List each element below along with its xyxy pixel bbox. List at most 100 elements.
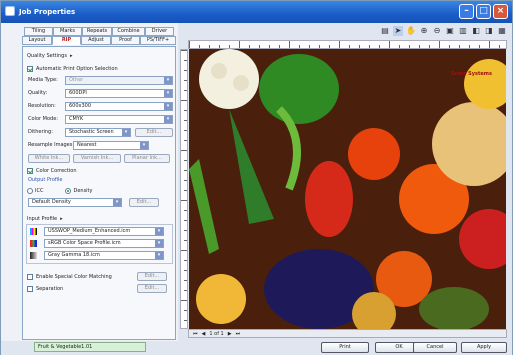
planar-ink-button[interactable]: Planar Ink... <box>124 154 170 163</box>
separation-label: Separation <box>36 285 64 292</box>
ruler-tick <box>329 45 330 48</box>
resample-select[interactable]: Nearest ▾ <box>73 141 149 150</box>
dithering-select[interactable]: Stochastic Screen ▾ <box>65 128 131 137</box>
maximize-button[interactable]: □ <box>476 4 491 19</box>
tab-driver[interactable]: Driver <box>145 27 174 36</box>
ruler-tick <box>339 41 340 48</box>
chevron-down-icon: ▾ <box>155 252 163 259</box>
tab-adjust[interactable]: Adjust <box>81 36 111 45</box>
title-bar: Job Properties – □ × <box>1 1 512 23</box>
select-pointer-icon[interactable]: ➤ <box>393 26 403 36</box>
ruler-tick <box>219 45 220 48</box>
color-correction-checkbox[interactable] <box>27 167 33 174</box>
ruler-tick <box>184 180 187 181</box>
ruler-tick <box>184 240 187 241</box>
color-mode-select[interactable]: CMYK ▾ <box>65 115 173 124</box>
density-radio[interactable] <box>65 187 72 194</box>
output-profile-select[interactable]: Default Density ▾ <box>28 198 122 207</box>
tab-ps-tiff[interactable]: PS/TIFF+ <box>140 36 176 45</box>
special-color-checkbox[interactable] <box>27 273 33 280</box>
quality-settings-header[interactable]: Quality Settings ▸ <box>27 51 72 60</box>
ruler-tick <box>184 230 187 231</box>
fit-page-icon[interactable]: ▣ <box>445 26 455 36</box>
resolution-select[interactable]: 600x300 ▾ <box>65 102 173 111</box>
layout-grid-icon[interactable]: ▦ <box>497 26 507 36</box>
separation-checkbox[interactable] <box>27 285 33 292</box>
special-color-label: Enable Special Color Matching <box>36 273 112 280</box>
print-button[interactable]: Print <box>321 342 369 353</box>
zoom-in-icon[interactable]: ⊕ <box>419 26 429 36</box>
color-correction-option[interactable]: Color Correction <box>27 166 77 175</box>
quality-value: 600DPI <box>69 90 87 96</box>
chevron-down-icon: ▾ <box>140 142 148 149</box>
ruler-tick <box>184 120 187 121</box>
ruler-tick <box>184 160 187 161</box>
ruler-tick <box>409 45 410 48</box>
minimize-button[interactable]: – <box>459 4 474 19</box>
fit-width-icon[interactable]: ▥ <box>458 26 468 36</box>
special-color-edit-button[interactable]: Edit... <box>137 272 167 281</box>
special-color-option[interactable]: Enable Special Color Matching <box>27 272 112 281</box>
hand-pan-icon[interactable]: ✋ <box>406 26 416 36</box>
chevron-down-icon: ▾ <box>164 90 172 97</box>
separation-option[interactable]: Separation <box>27 284 63 293</box>
gray-profile-select[interactable]: Gray Gamma 18.icm ▾ <box>44 251 164 260</box>
output-profile-edit-button[interactable]: Edit... <box>129 198 159 207</box>
dithering-edit-button[interactable]: Edit... <box>135 128 173 137</box>
rgb-profile-value: sRGB Color Space Profile.icm <box>48 240 121 246</box>
horizontal-ruler <box>188 40 507 49</box>
separation-edit-button[interactable]: Edit... <box>137 284 167 293</box>
resolution-label: Resolution: <box>28 103 56 109</box>
ruler-tick <box>184 140 187 141</box>
tab-repeats[interactable]: Repeats <box>82 27 112 36</box>
input-profile-header[interactable]: Input Profile ▸ <box>27 214 63 223</box>
cancel-button[interactable]: Cancel <box>413 342 457 353</box>
white-ink-button[interactable]: White Ink... <box>28 154 70 163</box>
preview-image[interactable]: Sonic Systems <box>189 49 506 329</box>
ruler-tick <box>184 310 187 311</box>
media-type-label: Media Type: <box>28 77 58 83</box>
ruler-tick <box>184 280 187 281</box>
ruler-tick <box>184 220 187 221</box>
ruler-tick <box>449 45 450 48</box>
broccoli <box>259 54 339 124</box>
auto-print-checkbox[interactable] <box>27 65 33 72</box>
ruler-tick <box>184 210 187 211</box>
apply-button[interactable]: Apply <box>461 342 507 353</box>
cmyk-profile-select[interactable]: USSWOP_Medium_Enhanced.icm ▾ <box>44 227 164 236</box>
rgb-profile-select[interactable]: sRGB Color Space Profile.icm ▾ <box>44 239 164 248</box>
ruler-tick <box>469 45 470 48</box>
last-page-icon[interactable]: ⏭ <box>236 331 241 337</box>
tab-tiling[interactable]: Tiling <box>24 27 53 36</box>
first-page-icon[interactable]: ⏮ <box>193 331 198 337</box>
ruler-tick <box>259 45 260 48</box>
bottom-bar: Fruit & Vegetable1.01 Print OK Cancel Ap… <box>1 341 512 355</box>
auto-print-label: Automatic Print Option Selection <box>36 65 118 72</box>
ruler-tick <box>184 170 187 171</box>
tab-combine[interactable]: Combine <box>112 27 145 36</box>
auto-print-option[interactable]: Automatic Print Option Selection <box>27 64 118 73</box>
tab-proof[interactable]: Proof <box>111 36 140 45</box>
layout-double-icon[interactable]: ◨ <box>484 26 494 36</box>
ruler-tick <box>479 45 480 48</box>
pepper <box>305 161 353 237</box>
tab-rip[interactable]: RIP <box>52 36 81 45</box>
quality-select[interactable]: 600DPI ▾ <box>65 89 173 98</box>
ruler-tick <box>309 45 310 48</box>
tab-layout[interactable]: Layout <box>22 36 52 45</box>
prev-page-icon[interactable]: ◀ <box>202 331 206 337</box>
tab-marks[interactable]: Marks <box>53 27 82 36</box>
media-type-value: Other <box>69 77 84 83</box>
zoom-out-icon[interactable]: ⊖ <box>432 26 442 36</box>
vertical-ruler <box>180 49 188 329</box>
ruler-tick <box>184 260 187 261</box>
ruler-tick <box>319 45 320 48</box>
icc-radio[interactable] <box>27 187 33 194</box>
close-button[interactable]: × <box>493 4 508 19</box>
varnish-ink-button[interactable]: Varnish Ink... <box>73 154 121 163</box>
next-page-icon[interactable]: ▶ <box>228 331 232 337</box>
layout-single-icon[interactable]: ◧ <box>471 26 481 36</box>
page-navigator: ⏮ ◀ 1 of 1 ▶ ⏭ <box>188 329 507 338</box>
quality-settings-label: Quality Settings <box>27 52 67 59</box>
properties-icon[interactable]: ▤ <box>380 26 390 36</box>
